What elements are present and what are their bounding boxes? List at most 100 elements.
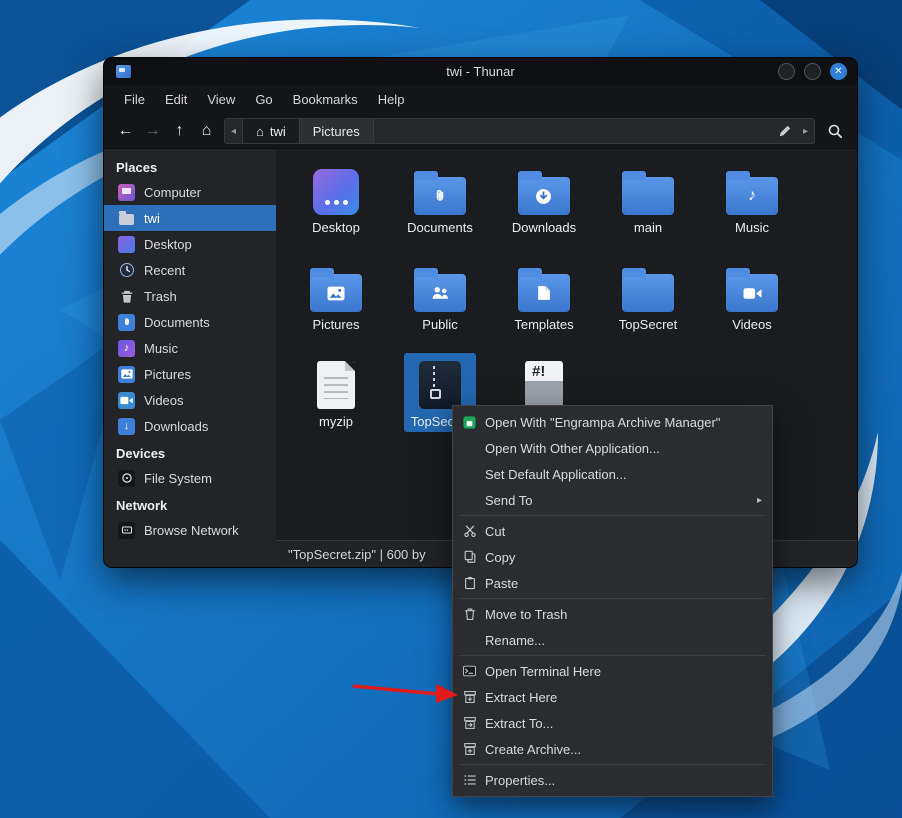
toolbar: ← → ↑ ⌂ ◂ ⌂ twi Pictures ▸ [104,114,857,149]
menu-file[interactable]: File [114,88,155,111]
sidebar-item-recent[interactable]: Recent [104,257,276,283]
file-label: Documents [407,220,473,235]
file-item-topsecret-folder[interactable]: TopSecret [596,256,700,353]
engrampa-icon [461,414,478,431]
breadcrumb-home[interactable]: ⌂ twi [242,119,300,143]
file-item-documents[interactable]: Documents [388,159,492,256]
sidebar-item-documents[interactable]: Documents [104,309,276,335]
file-label: Videos [732,317,772,332]
sidebar-item-label: Trash [144,289,177,304]
menu-item-open-with-other[interactable]: Open With Other Application... [453,435,772,461]
breadcrumb-pictures-label: Pictures [313,124,360,139]
trash-icon [461,606,478,623]
home-icon[interactable]: ⌂ [193,118,220,144]
menu-item-set-default-application[interactable]: Set Default Application... [453,461,772,487]
back-arrow-icon[interactable]: ← [112,118,139,144]
window-title: twi - Thunar [104,64,857,79]
sidebar-header-network: Network [104,491,276,517]
desktop-icon [118,236,135,253]
copy-icon [461,549,478,566]
sidebar-item-downloads[interactable]: ↓ Downloads [104,413,276,439]
music-folder-icon: ♪ [726,177,778,215]
menu-item-open-terminal-here[interactable]: Open Terminal Here [453,658,772,684]
crumbs-scroll-right-icon[interactable]: ▸ [797,126,814,137]
sidebar-item-music[interactable]: ♪ Music [104,335,276,361]
titlebar[interactable]: twi - Thunar ✕ [104,58,857,85]
drive-icon [118,470,135,487]
pictures-folder-icon [310,274,362,312]
close-button[interactable]: ✕ [830,63,847,80]
documents-folder-icon [414,177,466,215]
menu-separator [459,598,766,599]
menu-view[interactable]: View [197,88,245,111]
sidebar-item-computer[interactable]: Computer [104,179,276,205]
file-item-myzip[interactable]: myzip [284,353,388,450]
network-icon [118,522,135,539]
sidebar-item-label: Videos [144,393,184,408]
menu-item-rename[interactable]: Rename... [453,627,772,653]
file-label: main [634,220,662,235]
trash-icon [118,288,135,305]
file-label: myzip [319,414,353,429]
file-item-downloads[interactable]: Downloads [492,159,596,256]
sidebar-item-browse-network[interactable]: Browse Network [104,517,276,543]
zip-archive-icon [419,361,461,409]
window-thumbnail-icon [116,65,131,78]
sidebar-item-file-system[interactable]: File System [104,465,276,491]
menu-item-copy[interactable]: Copy [453,544,772,570]
forward-arrow-icon[interactable]: → [139,118,166,144]
home-crumb-icon: ⌂ [256,124,264,139]
menu-go[interactable]: Go [245,88,282,111]
sidebar-item-label: Documents [144,315,210,330]
sidebar-item-trash[interactable]: Trash [104,283,276,309]
breadcrumb-pictures[interactable]: Pictures [300,119,374,143]
sidebar-item-label: Recent [144,263,185,278]
desktop-folder-icon [313,169,359,215]
sidebar-item-videos[interactable]: Videos [104,387,276,413]
file-item-pictures[interactable]: Pictures [284,256,388,353]
menu-item-properties[interactable]: Properties... [453,767,772,793]
menu-item-extract-here[interactable]: Extract Here [453,684,772,710]
extract-here-icon [461,689,478,706]
clock-icon [118,262,135,279]
search-icon[interactable] [821,118,849,144]
menu-item-extract-to[interactable]: Extract To... [453,710,772,736]
path-bar: ◂ ⌂ twi Pictures ▸ [224,118,815,144]
home-folder-icon [118,210,135,227]
file-item-public[interactable]: Public [388,256,492,353]
extract-to-icon [461,715,478,732]
menu-item-create-archive[interactable]: Create Archive... [453,736,772,762]
sidebar-item-twi[interactable]: twi [104,205,276,231]
crumbs-scroll-left-icon[interactable]: ◂ [225,126,242,137]
minimize-button[interactable] [778,63,795,80]
sidebar-header-devices: Devices [104,439,276,465]
sidebar-item-desktop[interactable]: Desktop [104,231,276,257]
sidebar-item-pictures[interactable]: Pictures [104,361,276,387]
computer-icon [118,184,135,201]
file-label: Pictures [313,317,360,332]
up-arrow-icon[interactable]: ↑ [166,118,193,144]
menu-bookmarks[interactable]: Bookmarks [283,88,368,111]
file-item-desktop[interactable]: Desktop [284,159,388,256]
file-item-main[interactable]: main [596,159,700,256]
file-item-music[interactable]: ♪ Music [700,159,804,256]
videos-folder-icon [118,392,135,409]
public-folder-icon [414,274,466,312]
menu-item-send-to[interactable]: Send To ▸ [453,487,772,513]
sidebar-item-label: Desktop [144,237,192,252]
menu-item-open-with-engrampa[interactable]: Open With "Engrampa Archive Manager" [453,409,772,435]
maximize-button[interactable] [804,63,821,80]
menu-help[interactable]: Help [368,88,415,111]
menu-item-cut[interactable]: Cut [453,518,772,544]
edit-path-icon[interactable] [773,119,797,143]
file-item-templates[interactable]: Templates [492,256,596,353]
menu-item-move-to-trash[interactable]: Move to Trash [453,601,772,627]
file-label: Music [735,220,769,235]
sidebar-item-label: Downloads [144,419,208,434]
file-item-videos[interactable]: Videos [700,256,804,353]
plain-folder-icon [622,177,674,215]
menu-edit[interactable]: Edit [155,88,197,111]
templates-folder-icon [518,274,570,312]
menu-item-paste[interactable]: Paste [453,570,772,596]
submenu-arrow-icon: ▸ [757,495,762,506]
